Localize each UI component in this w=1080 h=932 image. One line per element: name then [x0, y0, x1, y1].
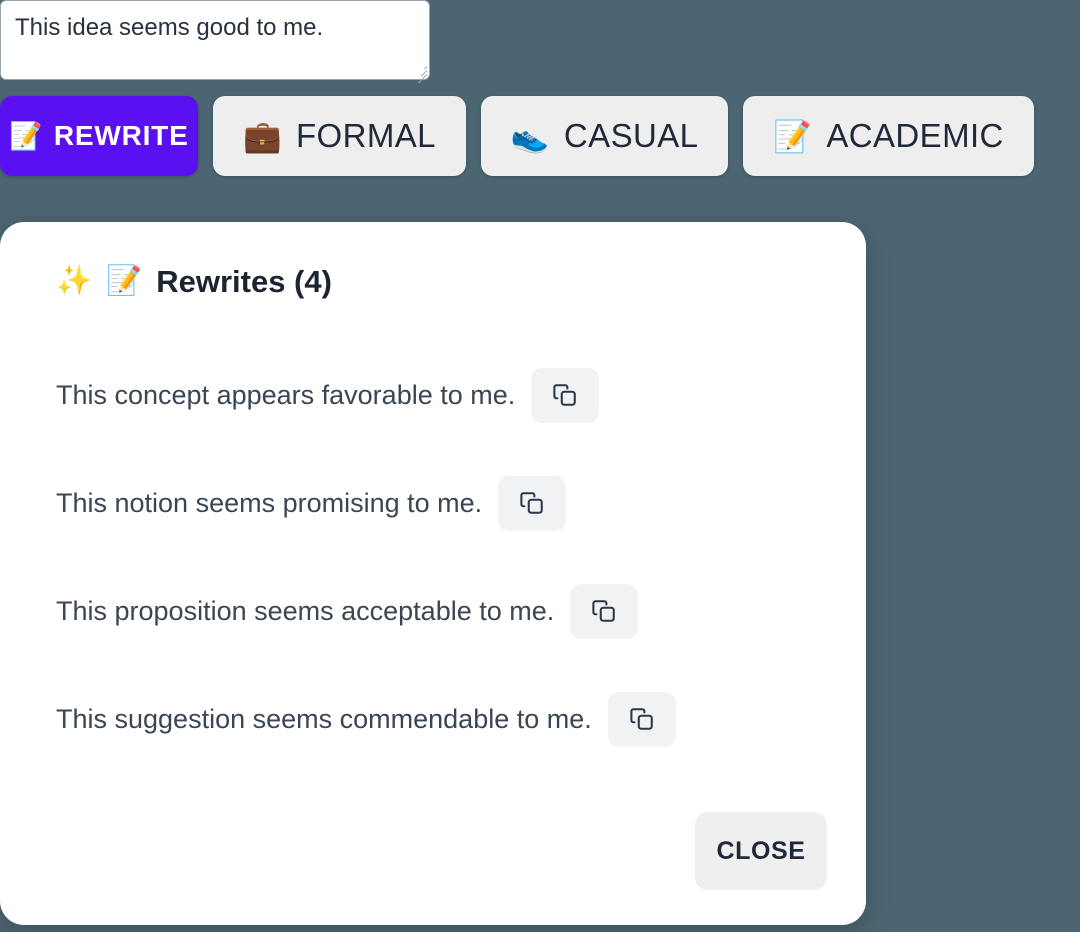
memo-icon: 📝 [9, 120, 44, 151]
copy-icon [519, 490, 545, 516]
rewrite-text: This suggestion seems commendable to me. [56, 703, 592, 734]
list-item: This proposition seems acceptable to me. [56, 557, 810, 665]
card-title-text: Rewrites (4) [156, 264, 332, 299]
academic-button[interactable]: 📝 ACADEMIC [743, 96, 1034, 176]
sparkles-icon: ✨ [56, 265, 93, 297]
formal-button-label: FORMAL [296, 117, 436, 154]
rewrites-card: ✨ 📝 Rewrites (4) This concept appears fa… [0, 222, 866, 925]
tone-button-row: 📝 REWRITE 💼 FORMAL 👟 CASUAL 📝 ACADEMIC [0, 96, 1034, 176]
rewrite-text: This notion seems promising to me. [56, 487, 483, 518]
rewrite-button-label: REWRITE [53, 120, 189, 151]
formal-button[interactable]: 💼 FORMAL [213, 96, 466, 176]
copy-icon [629, 706, 655, 732]
card-title: ✨ 📝 Rewrites (4) [56, 266, 810, 297]
list-item: This concept appears favorable to me. [56, 341, 810, 449]
text-input[interactable] [0, 0, 430, 80]
academic-button-label: ACADEMIC [826, 117, 1004, 154]
card-footer: CLOSE [695, 812, 827, 890]
rewrite-text: This proposition seems acceptable to me. [56, 595, 555, 626]
rewrite-list: This concept appears favorable to me. Th… [56, 341, 810, 773]
copy-icon [552, 382, 578, 408]
memo-icon: 📝 [106, 265, 143, 297]
list-item: This suggestion seems commendable to me. [56, 665, 810, 773]
rewrite-button[interactable]: 📝 REWRITE [0, 96, 198, 176]
copy-button[interactable] [570, 583, 639, 639]
casual-button[interactable]: 👟 CASUAL [480, 96, 729, 176]
close-button[interactable]: CLOSE [695, 812, 827, 890]
copy-button[interactable] [531, 367, 600, 423]
rewrite-text: This concept appears favorable to me. [56, 379, 516, 410]
input-area [0, 0, 430, 84]
memo-icon: 📝 [773, 118, 813, 154]
copy-button[interactable] [607, 691, 676, 747]
sneaker-icon: 👟 [510, 118, 550, 154]
list-item: This notion seems promising to me. [56, 449, 810, 557]
copy-icon [591, 598, 617, 624]
copy-button[interactable] [498, 475, 567, 531]
briefcase-icon: 💼 [243, 118, 282, 154]
casual-button-label: CASUAL [563, 117, 699, 154]
